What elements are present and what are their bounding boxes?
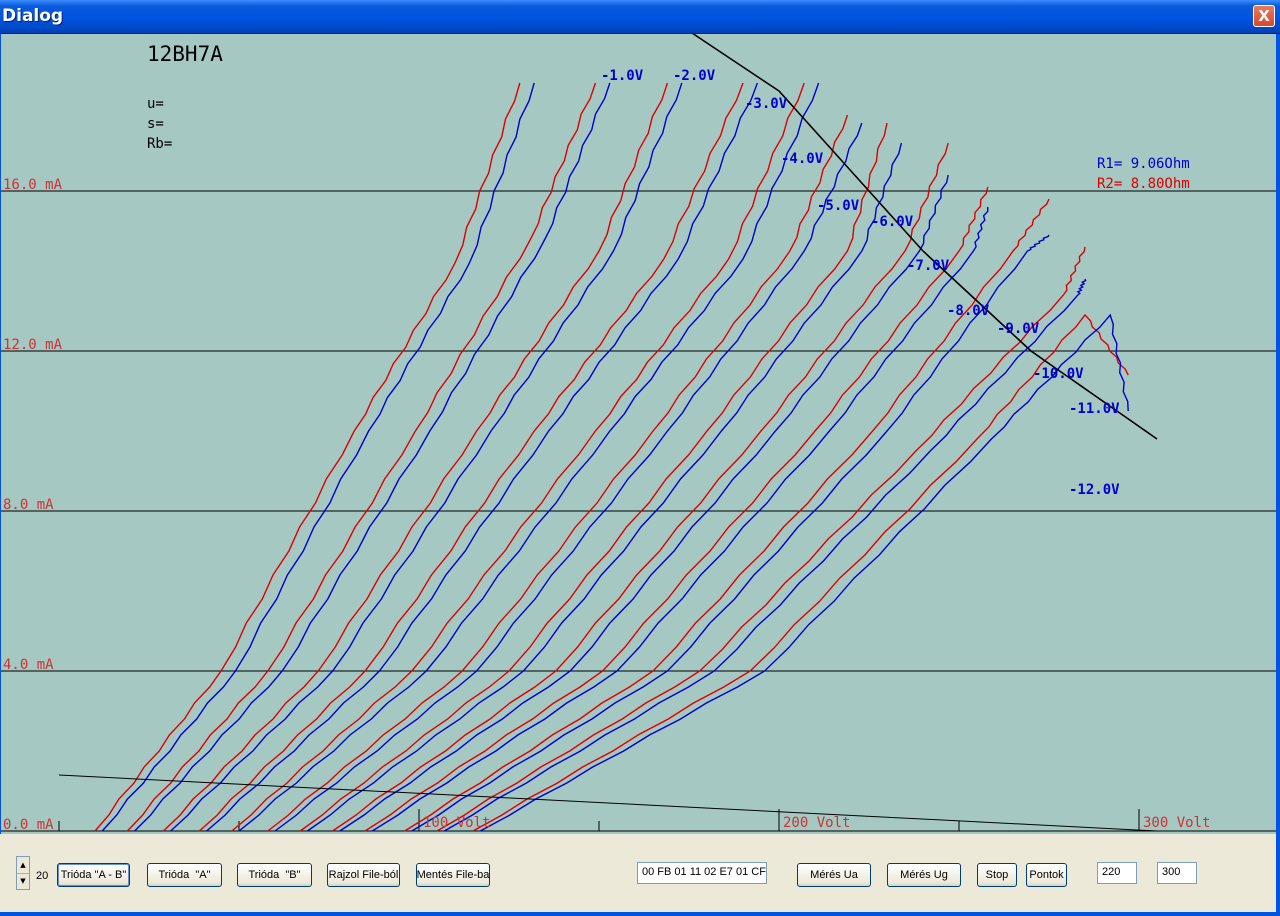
curve-count-spinner[interactable]: ▲ ▼: [16, 856, 30, 890]
grid-voltage-label: -2.0V: [673, 68, 716, 84]
grid-voltage-label: -7.0V: [907, 258, 950, 274]
measure-ua-button[interactable]: Mérés Ua: [797, 863, 871, 887]
value-field-1[interactable]: 220: [1097, 862, 1137, 884]
window-frame-bottom: [0, 912, 1280, 916]
grid-voltage-label: -3.0V: [745, 96, 788, 112]
curve-b: [101, 82, 535, 832]
curve-a: [267, 114, 849, 832]
close-button[interactable]: X: [1253, 5, 1275, 27]
spin-up-icon[interactable]: ▲: [17, 857, 29, 874]
grid-voltage-label: -8.0V: [947, 303, 990, 319]
hex-data-field[interactable]: 00 FB 01 11 02 E7 01 CF: [637, 862, 767, 884]
spin-down-icon[interactable]: ▼: [17, 873, 29, 889]
curve-a: [472, 313, 1129, 832]
trioda-ab-button[interactable]: Trióda "A - B": [57, 863, 130, 887]
grid-voltage-label: -4.0V: [781, 151, 824, 167]
param-rb: Rb=: [147, 136, 173, 152]
curve-b: [371, 206, 989, 832]
grid-voltage-label: -12.0V: [1069, 482, 1120, 498]
curve-a: [436, 246, 1086, 832]
window-title: Dialog: [2, 6, 64, 26]
y-tick-label: 12.0 mA: [3, 337, 63, 353]
y-tick-label: 16.0 mA: [3, 177, 63, 193]
grid-voltage-label: -10.0V: [1033, 366, 1084, 382]
curve-b: [443, 278, 1087, 832]
curve-a: [332, 142, 949, 832]
grid-voltage-label: -6.0V: [871, 214, 914, 230]
x-tick-label: 200 Volt: [783, 815, 850, 831]
close-icon: X: [1258, 7, 1270, 25]
r1-label: R1= 9.06Ohm: [1097, 156, 1190, 172]
title-bar: Dialog X: [0, 0, 1280, 34]
grid-voltage-label: -11.0V: [1069, 401, 1120, 417]
y-tick-label: 4.0 mA: [3, 657, 54, 673]
curve-b: [170, 82, 683, 832]
curve-b: [411, 234, 1050, 832]
grid-voltage-label: -1.0V: [601, 68, 644, 84]
value-field-2[interactable]: 300: [1157, 862, 1197, 884]
trioda-a-button[interactable]: Trióda "A": [147, 863, 222, 887]
y-tick-label: 0.0 mA: [3, 817, 54, 833]
curve-b: [206, 82, 759, 832]
measure-ug-button[interactable]: Mérés Ug: [887, 863, 961, 887]
curve-chart: 16.0 mA 12.0 mA 8.0 mA 4.0 mA 0.0 mA 100 Volt…: [1, 34, 1276, 833]
spinner-value: 20: [36, 870, 49, 882]
characteristic-plot: 16.0 mA 12.0 mA 8.0 mA 4.0 mA 0.0 mA 100 Volt…: [1, 34, 1276, 834]
y-tick-label: 8.0 mA: [3, 497, 54, 513]
curve-b: [238, 82, 820, 832]
curve-b: [306, 142, 903, 832]
window-frame-right: [1276, 34, 1280, 916]
load-line: [58, 774, 1158, 832]
x-tick-label: 300 Volt: [1143, 815, 1210, 831]
x-tick-label: 100 Volt: [423, 815, 490, 831]
points-button[interactable]: Pontok: [1026, 863, 1067, 887]
max-dissipation-curve: [692, 34, 1158, 440]
grid-voltage-label: -9.0V: [997, 321, 1040, 337]
draw-from-file-button[interactable]: Rajzol File-ból: [327, 863, 400, 887]
param-s: s=: [147, 116, 164, 132]
save-to-file-button[interactable]: Mentés File-ba: [416, 863, 490, 887]
grid-voltage-label: -5.0V: [817, 198, 860, 214]
curve-a: [198, 82, 744, 832]
param-u: u=: [147, 96, 164, 112]
r2-label: R2= 8.80Ohm: [1097, 176, 1190, 192]
stop-button[interactable]: Stop: [977, 863, 1017, 887]
control-panel: ▲ ▼ 20 Trióda "A - B" Trióda "A" Trióda …: [0, 834, 1276, 912]
curve-a: [94, 82, 521, 832]
trioda-b-button[interactable]: Trióda "B": [237, 863, 312, 887]
curve-a: [404, 198, 1050, 832]
tube-name: 12BH7A: [147, 42, 223, 66]
